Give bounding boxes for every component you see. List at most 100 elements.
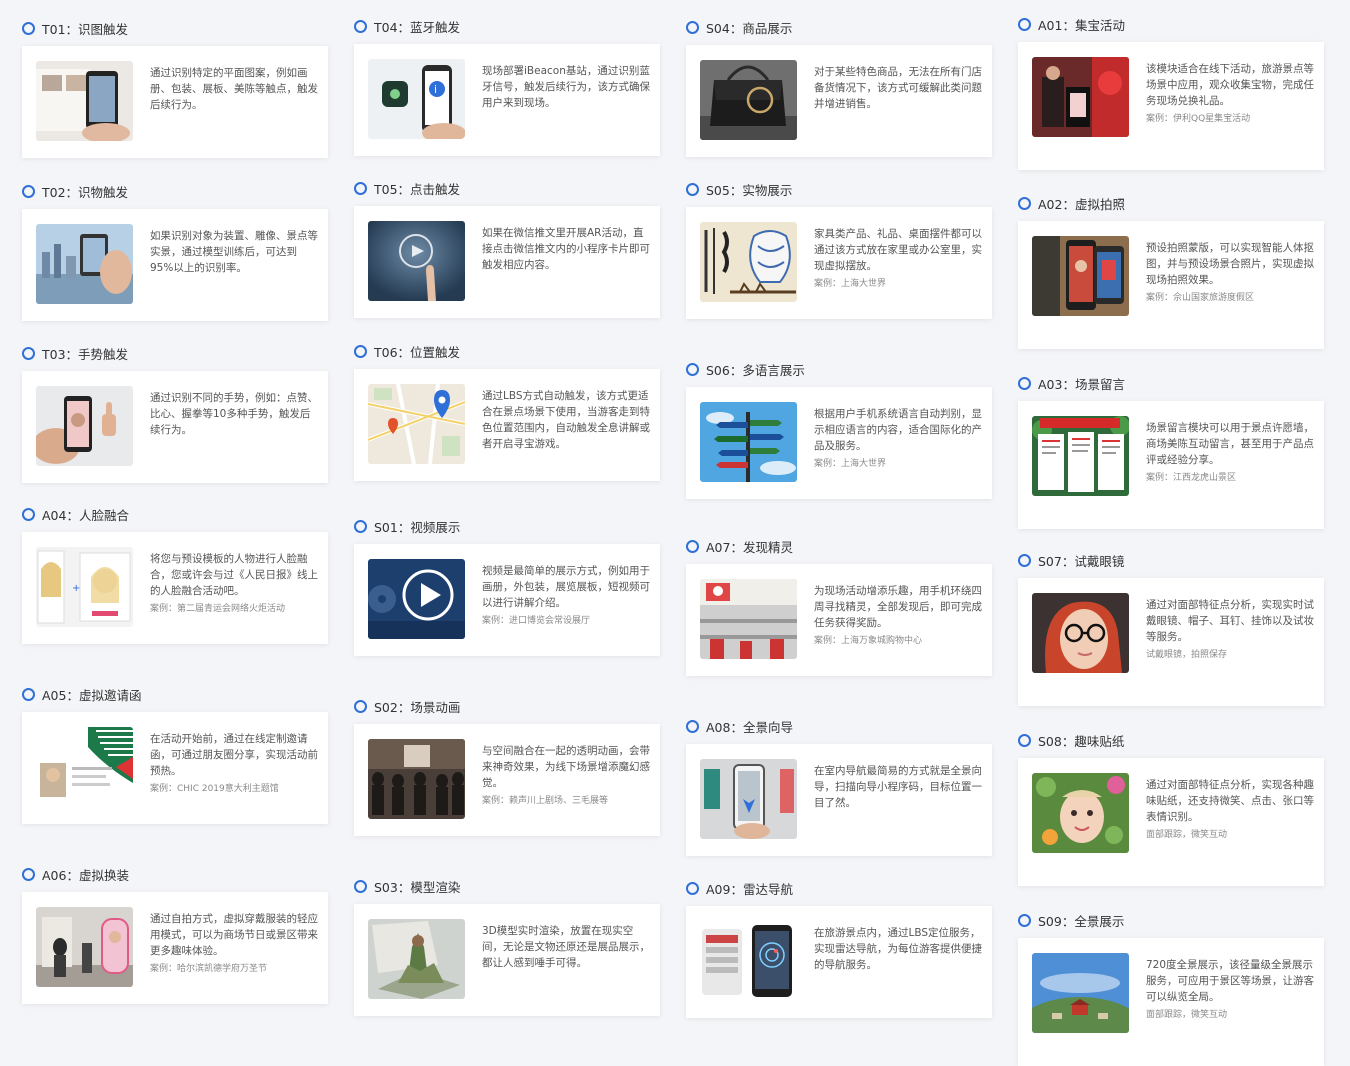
feature-description: 通过识别特定的平面图案，例如画册、包装、展板、美陈等触点，触发后续行为。 (150, 67, 318, 111)
feature-description: 通过对面部特征点分析，实现实时试戴眼镜、帽子、耳钉、挂饰以及试妆等服务。 (1146, 599, 1314, 643)
feature-card[interactable]: i 现场部署iBeacon基站，通过识别蓝牙信号，触发后续行为，该方式确保用户来… (354, 44, 660, 156)
section-title: T02：识物触发 (42, 184, 129, 200)
feature-card[interactable]: 为现场活动增添乐趣，用手机环绕四周寻找精灵，全部发现后，即可完成任务获得奖励。案… (686, 564, 992, 676)
porcelain-icon (700, 222, 797, 302)
feature-description: 通过对面部特征点分析，实现各种趣味贴纸，还支持微笑、点击、张口等表情识别。 (1146, 779, 1314, 823)
feature-card[interactable]: 对于某些特色商品，无法在所有门店备货情况下，该方式可缓解此类问题并增进销售。 (686, 45, 992, 157)
feature-description: 通过自拍方式，虚拟穿戴服装的轻应用模式，可以为商场节日或景区带来更多趣味体验。 (150, 913, 318, 957)
feature-card[interactable]: 通过LBS方式自动触发，该方式更适合在景点场景下使用，当游客走到特色位置范围内，… (354, 369, 660, 481)
bullet-ring-icon (686, 719, 699, 733)
feature-description: 如果识别对象为装置、雕像、景点等实景，通过模型训练后，可达到95%以上的识别率。 (150, 230, 318, 274)
section-header: T06：位置触发 (354, 341, 460, 361)
feature-description: 与空间融合在一起的透明动画，会带来神奇效果，为线下场景增添魔幻感觉。 (482, 745, 650, 789)
section-header: A08：全景向导 (686, 716, 793, 736)
feature-description: 家具类产品、礼品、桌面摆件都可以通过该方式放在家里或办公室里，实现虚拟摆放。 (814, 228, 982, 272)
feature-card[interactable]: 视频是最简单的展示方式，例如用于画册，外包装，展览展板，短视频可以进行讲解介绍。… (354, 544, 660, 656)
bullet-ring-icon (354, 519, 367, 533)
section-header: A05：虚拟邀请函 (22, 684, 141, 704)
feature-card[interactable]: 通过识别特定的平面图案，例如画册、包装、展板、美陈等触点，触发后续行为。 (22, 46, 328, 158)
section-title: S04：商品展示 (706, 20, 793, 36)
section-header: A04：人脸融合 (22, 504, 129, 524)
section-title: A01：集宝活动 (1038, 17, 1125, 33)
feature-card[interactable]: 通过自拍方式，虚拟穿戴服装的轻应用模式，可以为商场节日或景区带来更多趣味体验。案… (22, 892, 328, 1004)
section-header: T04：蓝牙触发 (354, 16, 460, 36)
feature-card[interactable]: 该模块适合在线下活动，旅游景点等场景中应用，观众收集宝物，完成任务现场兑换礼品。… (1018, 42, 1324, 170)
svg-text:i: i (434, 83, 437, 96)
feature-card[interactable]: 如果在微信推文里开展AR活动，直接点击微信推文内的小程序卡片即可触发相应内容。 (354, 206, 660, 318)
case-label: 案例：上海大世界 (814, 459, 887, 469)
bullet-ring-icon (1018, 376, 1031, 390)
section-header: S09：全景展示 (1018, 910, 1124, 930)
bullet-ring-icon (22, 867, 35, 881)
section-header: S04：商品展示 (686, 17, 792, 37)
bullet-ring-icon (22, 346, 35, 360)
section-header: A02：虚拟拍照 (1018, 193, 1125, 213)
feature-card[interactable]: 通过对面部特征点分析，实现实时试戴眼镜、帽子、耳钉、挂饰以及试妆等服务。 试戴眼镜… (1018, 578, 1324, 706)
bullet-ring-icon (686, 539, 699, 553)
case-label: 案例：伊利QQ星集宝活动 (1146, 114, 1251, 124)
feature-description: 场景留言模块可以用于景点许愿墙，商场美陈互动留言，甚至用于产品点评或经验分享。 (1146, 422, 1314, 466)
feature-description: 预设拍照蒙版，可以实现智能人体抠图，并与预设场景合照片，实现虚拟现场拍照效果。 (1146, 242, 1314, 286)
section-header: A09：雷达导航 (686, 878, 793, 898)
handbag-icon (700, 60, 797, 140)
city-scan-icon (36, 224, 133, 304)
case-label: 案例：江西龙虎山景区 (1146, 473, 1237, 483)
section-header: T05：点击触发 (354, 178, 460, 198)
section-title: T05：点击触发 (374, 181, 461, 197)
feature-description: 通过识别不同的手势，例如：点赞、比心、握拳等10多种手势，触发后续行为。 (150, 392, 318, 436)
section-title: S09：全景展示 (1038, 913, 1125, 929)
feature-description: 根据用户手机系统语言自动判别，显示相应语言的内容，适合国际化的产品及服务。 (814, 408, 982, 452)
stage-scene-icon (368, 739, 465, 819)
phone-scan-icon (36, 61, 133, 141)
feature-card[interactable]: 根据用户手机系统语言自动判别，显示相应语言的内容，适合国际化的产品及服务。案例：… (686, 387, 992, 499)
case-label: 面部跟踪，微笑互动 (1146, 830, 1228, 840)
sticker-icon (1032, 773, 1129, 853)
feature-card[interactable]: 通过识别不同的手势，例如：点赞、比心、握拳等10多种手势，触发后续行为。 (22, 371, 328, 483)
section-title: A02：虚拟拍照 (1038, 196, 1125, 212)
section-title: S01：视频展示 (374, 519, 461, 535)
section-header: S07：试戴眼镜 (1018, 550, 1124, 570)
bullet-ring-icon (22, 687, 35, 701)
bullet-ring-icon (354, 19, 367, 33)
feature-card[interactable]: 场景留言模块可以用于景点许愿墙，商场美陈互动留言，甚至用于产品点评或经验分享。案… (1018, 401, 1324, 529)
bullet-ring-icon (22, 21, 35, 35)
treasure-hunt-icon (1032, 57, 1129, 137)
feature-card[interactable]: 在活动开始前，通过在线定制邀请函，可通过朋友圈分享，实现活动前预热。案例：CHI… (22, 712, 328, 824)
section-header: A07：发现精灵 (686, 536, 793, 556)
feature-card[interactable]: 720度全景展示，该径量级全景展示服务，可应用于景区等场景，让游客可以纵览全局。… (1018, 938, 1324, 1066)
bullet-ring-icon (1018, 913, 1031, 927)
case-label: 案例：哈尔滨凯德学府万圣节 (150, 964, 268, 974)
feature-card[interactable]: 3D模型实时渲染，放置在现实空间，无论是文物还原还是展品展示，都让人感到唾手可得… (354, 904, 660, 1016)
section-title: A05：虚拟邀请函 (42, 687, 142, 703)
section-title: A09：雷达导航 (706, 881, 793, 897)
section-title: A08：全景向导 (706, 719, 793, 735)
case-label: 案例：上海大世界 (814, 279, 887, 289)
section-header: S03：模型渲染 (354, 876, 460, 896)
feature-description: 在室内导航最简易的方式就是全景向导，扫描向导小程序码，目标位置一目了然。 (814, 765, 982, 809)
video-play-icon (368, 559, 465, 639)
feature-card[interactable]: + 将您与预设模板的人物进行人脸融合，您或许会与过《人民日报》线上的人脸融合活动… (22, 532, 328, 644)
bullet-ring-icon (686, 182, 699, 196)
section-header: A03：场景留言 (1018, 373, 1125, 393)
case-label: 案例：CHIC 2019意大利主题馆 (150, 784, 279, 794)
feature-card[interactable]: 通过对面部特征点分析，实现各种趣味贴纸，还支持微笑、点击、张口等表情识别。面部跟… (1018, 758, 1324, 886)
feature-card[interactable]: 预设拍照蒙版，可以实现智能人体抠图，并与预设场景合照片，实现虚拟现场拍照效果。案… (1018, 221, 1324, 349)
feature-card[interactable]: 与空间融合在一起的透明动画，会带来神奇效果，为线下场景增添魔幻感觉。 案例：赖声川… (354, 724, 660, 836)
feature-card[interactable]: 如果识别对象为装置、雕像、景点等实景，通过模型训练后，可达到95%以上的识别率。 (22, 209, 328, 321)
feature-card[interactable]: 家具类产品、礼品、桌面摆件都可以通过该方式放在家里或办公室里，实现虚拟摆放。案例… (686, 207, 992, 319)
face-fusion-icon: + (36, 547, 133, 627)
feature-description: 视频是最简单的展示方式，例如用于画册，外包装，展览展板，短视频可以进行讲解介绍。 (482, 565, 650, 609)
section-title: S02：场景动画 (374, 699, 461, 715)
section-title: S03：模型渲染 (374, 879, 461, 895)
feature-description: 3D模型实时渲染，放置在现实空间，无论是文物还原还是展品展示，都让人感到唾手可得… (482, 925, 650, 969)
feature-description: 在活动开始前，通过在线定制邀请函，可通过朋友圈分享，实现活动前预热。 (150, 733, 318, 777)
section-title: A03：场景留言 (1038, 376, 1125, 392)
feature-card[interactable]: 在旅游景点内，通过LBS定位服务，实现雷达导航，为每位游客提供便捷的导航服务。 (686, 906, 992, 1018)
3d-model-icon (368, 919, 465, 999)
feature-description: 对于某些特色商品，无法在所有门店备货情况下，该方式可缓解此类问题并增进销售。 (814, 66, 982, 110)
feature-card[interactable]: 在室内导航最简易的方式就是全景向导，扫描向导小程序码，目标位置一目了然。 (686, 744, 992, 856)
bullet-ring-icon (1018, 17, 1031, 31)
section-title: S08：趣味贴纸 (1038, 733, 1125, 749)
thumbs-up-icon (36, 386, 133, 466)
section-title: S06：多语言展示 (706, 362, 805, 378)
